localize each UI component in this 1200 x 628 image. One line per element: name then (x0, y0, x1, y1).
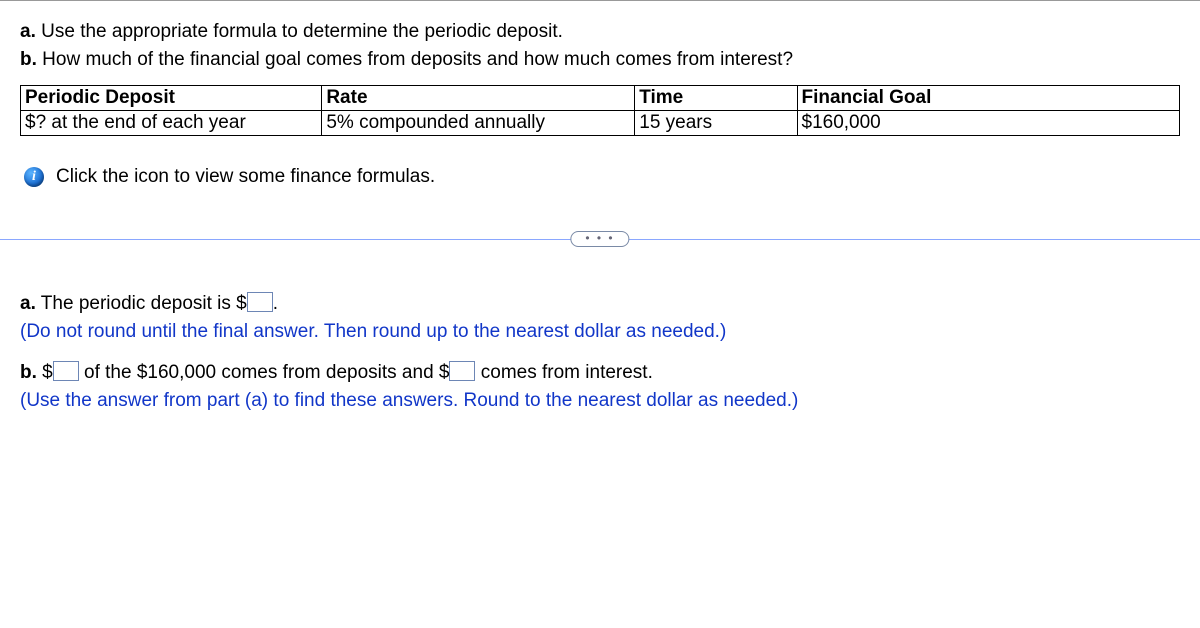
parameters-table: Periodic Deposit Rate Time Financial Goa… (20, 85, 1180, 136)
info-icon[interactable]: i (24, 167, 44, 187)
prompt-a-text: Use the appropriate formula to determine… (41, 21, 563, 42)
col-periodic-deposit: Periodic Deposit (21, 86, 322, 111)
answer-b-input-deposits[interactable] (53, 361, 79, 381)
prompt-b-text: How much of the financial goal comes fro… (42, 49, 793, 70)
info-text: Click the icon to view some finance form… (56, 166, 435, 188)
expand-button[interactable]: • • • (570, 231, 629, 247)
answer-b-p1-prefix: $ (42, 362, 53, 383)
answer-a-hint: (Do not round until the final answer. Th… (20, 321, 1180, 343)
col-financial-goal: Financial Goal (797, 86, 1180, 111)
val-time: 15 years (635, 111, 797, 136)
col-rate: Rate (322, 86, 635, 111)
answer-b-label: b. (20, 362, 37, 383)
val-financial-goal: $160,000 (797, 111, 1180, 136)
prompt-line-a: a. Use the appropriate formula to determ… (20, 21, 1180, 43)
answer-b-line: b. $ of the $160,000 comes from deposits… (20, 361, 1180, 384)
answer-b-p1-suffix: comes from interest. (475, 362, 652, 383)
section-separator: • • • (0, 228, 1200, 252)
table-header-row: Periodic Deposit Rate Time Financial Goa… (21, 86, 1180, 111)
table-data-row: $? at the end of each year 5% compounded… (21, 111, 1180, 136)
answers-section: a. The periodic deposit is $. (Do not ro… (20, 292, 1180, 412)
prompt-line-b: b. How much of the financial goal comes … (20, 49, 1180, 71)
answer-a-line: a. The periodic deposit is $. (20, 292, 1180, 315)
answer-a-label: a. (20, 293, 36, 314)
answer-b-hint: (Use the answer from part (a) to find th… (20, 390, 1180, 412)
prompt-b-label: b. (20, 49, 37, 70)
info-row: i Click the icon to view some finance fo… (24, 166, 1180, 188)
prompt-a-label: a. (20, 21, 36, 42)
val-rate: 5% compounded annually (322, 111, 635, 136)
answer-a-prefix: The periodic deposit is $ (41, 293, 247, 314)
answer-a-suffix: . (273, 293, 278, 314)
answer-b-input-interest[interactable] (449, 361, 475, 381)
question-page: a. Use the appropriate formula to determ… (0, 0, 1200, 628)
val-periodic-deposit: $? at the end of each year (21, 111, 322, 136)
col-time: Time (635, 86, 797, 111)
answer-a-input[interactable] (247, 292, 273, 312)
answer-b-p1-mid: of the $160,000 comes from deposits and … (79, 362, 450, 383)
